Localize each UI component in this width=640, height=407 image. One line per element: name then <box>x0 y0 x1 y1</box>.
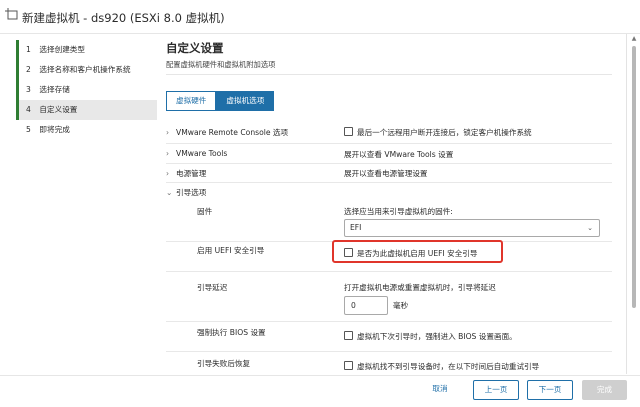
step-select-creation-type[interactable]: 1 选择创建类型 <box>16 40 157 60</box>
chevron-right-icon: › <box>166 149 170 158</box>
vmrc-lock-checkbox-row[interactable]: 最后一个远程用户断开连接后，锁定客户机操作系统 <box>344 127 532 138</box>
page-subtitle: 配置虚拟机硬件和虚拟机附加选项 <box>166 60 276 69</box>
expand-vmware-tools[interactable]: › VMware Tools <box>166 149 227 158</box>
tab-virtual-hardware[interactable]: 虚拟硬件 <box>166 91 217 111</box>
firmware-hint: 选择应当用来引导虚拟机的固件: <box>344 207 453 216</box>
boot-delay-label: 引导延迟 <box>197 283 228 292</box>
tab-vm-options[interactable]: 虚拟机选项 <box>216 91 275 111</box>
option-label: VMware Tools <box>176 149 228 158</box>
option-label: 引导选项 <box>176 188 207 197</box>
step-select-storage[interactable]: 3 选择存储 <box>16 80 157 100</box>
firmware-label: 固件 <box>197 207 213 216</box>
option-label: VMware Remote Console 选项 <box>176 128 289 137</box>
footer-divider <box>0 375 640 376</box>
title-divider <box>0 33 640 34</box>
scrollbar-thumb[interactable] <box>632 46 636 308</box>
force-bios-label: 强制执行 BIOS 设置 <box>197 328 266 337</box>
scroll-up-arrow-icon[interactable]: ▲ <box>630 35 638 43</box>
step-label: 即将完成 <box>39 125 70 134</box>
boot-delay-hint: 打开虚拟机电源或重置虚拟机时，引导将延迟 <box>344 283 496 292</box>
new-vm-icon <box>5 8 18 20</box>
row-divider <box>166 143 612 144</box>
step-label: 选择创建类型 <box>39 45 85 54</box>
collapse-boot-options[interactable]: ⌄ 引导选项 <box>166 187 206 198</box>
previous-button[interactable]: 上一页 <box>473 380 519 400</box>
step-label: 选择名称和客户机操作系统 <box>39 65 131 74</box>
settings-tabs: 虚拟硬件 虚拟机选项 <box>166 91 275 111</box>
firmware-selected-value: EFI <box>350 223 362 232</box>
failed-boot-retry-checkbox[interactable] <box>344 361 353 370</box>
step-label: 选择存储 <box>39 85 70 94</box>
header-divider <box>166 74 612 75</box>
row-divider <box>166 351 612 352</box>
chevron-down-icon: ⌄ <box>166 188 173 197</box>
force-bios-checkbox[interactable] <box>344 331 353 340</box>
step-number: 3 <box>26 85 31 94</box>
step-ready-to-complete[interactable]: 5 即将完成 <box>16 120 157 140</box>
step-customize-settings[interactable]: 4 自定义设置 <box>16 100 157 120</box>
boot-delay-value: 0 <box>351 301 356 310</box>
expand-power-management[interactable]: › 电源管理 <box>166 168 206 179</box>
page-title: 自定义设置 <box>166 41 224 55</box>
row-divider <box>166 271 612 272</box>
step-number: 1 <box>26 45 31 54</box>
chevron-right-icon: › <box>166 169 170 178</box>
boot-delay-input[interactable]: 0 <box>344 296 388 315</box>
boot-delay-unit: 毫秒 <box>393 301 409 310</box>
scrollbar[interactable]: ▲ <box>630 34 638 374</box>
failed-boot-recovery-label: 引导失败后恢复 <box>197 359 251 368</box>
checkbox-label: 最后一个远程用户断开连接后，锁定客户机操作系统 <box>357 128 532 137</box>
annotation-highlight-box <box>332 240 503 263</box>
lock-guest-os-checkbox[interactable] <box>344 127 353 136</box>
row-divider <box>166 163 612 164</box>
failed-boot-checkbox-row[interactable]: 虚拟机找不到引导设备时，在以下时间后自动重试引导 <box>344 361 539 372</box>
chevron-down-icon: ⌄ <box>587 224 593 232</box>
step-select-name-guest-os[interactable]: 2 选择名称和客户机操作系统 <box>16 60 157 80</box>
expand-vmrc[interactable]: › VMware Remote Console 选项 <box>166 127 288 138</box>
option-label: 电源管理 <box>176 169 207 178</box>
cancel-button[interactable]: 取消 <box>420 380 460 400</box>
checkbox-label: 虚拟机下次引导时，强制进入 BIOS 设置画面。 <box>357 332 517 341</box>
wizard-steps: 1 选择创建类型 2 选择名称和客户机操作系统 3 选择存储 4 自定义设置 5… <box>16 40 157 140</box>
checkbox-label: 虚拟机找不到引导设备时，在以下时间后自动重试引导 <box>357 362 540 371</box>
finish-button[interactable]: 完成 <box>582 380 627 400</box>
content-border <box>626 34 627 374</box>
force-bios-checkbox-row[interactable]: 虚拟机下次引导时，强制进入 BIOS 设置画面。 <box>344 331 517 342</box>
firmware-select[interactable]: EFI ⌄ <box>344 219 600 237</box>
row-divider <box>166 182 612 183</box>
step-number: 4 <box>26 105 31 114</box>
window-titlebar: 新建虚拟机 - ds920 (ESXi 8.0 虚拟机) <box>0 0 640 34</box>
option-summary: 展开以查看电源管理设置 <box>344 169 428 178</box>
step-label: 自定义设置 <box>39 105 78 114</box>
step-number: 5 <box>26 125 31 134</box>
chevron-right-icon: › <box>166 128 170 137</box>
secure-boot-label: 启用 UEFI 安全引导 <box>197 246 265 255</box>
step-number: 2 <box>26 65 31 74</box>
row-divider <box>166 321 612 322</box>
window-title: 新建虚拟机 - ds920 (ESXi 8.0 虚拟机) <box>22 11 225 25</box>
next-button[interactable]: 下一页 <box>527 380 573 400</box>
option-summary: 展开以查看 VMware Tools 设置 <box>344 150 454 159</box>
